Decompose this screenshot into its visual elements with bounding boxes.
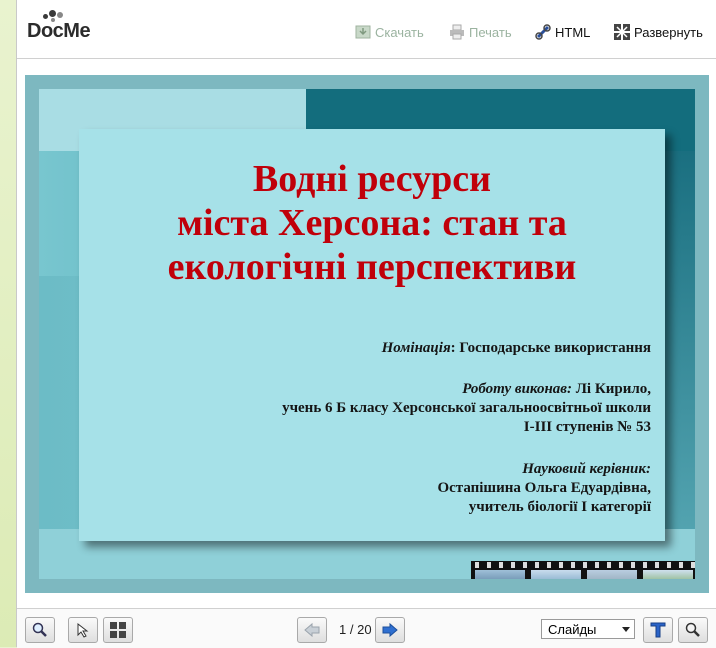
title-line: екологічні перспективи — [167, 246, 577, 288]
expand-button[interactable]: Развернуть — [614, 22, 703, 42]
author-name: Лі Кирило, — [571, 381, 651, 397]
advisor-block: Науковий керівник: Остапішина Ольга Едуа… — [437, 460, 651, 517]
pointer-icon — [75, 622, 91, 638]
html-link-icon — [535, 24, 551, 40]
view-mode-value: Слайды — [548, 622, 597, 637]
current-page[interactable]: 1 — [339, 622, 346, 637]
logo-text: DocMe — [27, 20, 91, 42]
html-button[interactable]: HTML — [535, 22, 590, 42]
nomination: Номінація: Господарське використання — [382, 339, 651, 358]
fit-button[interactable] — [103, 617, 133, 643]
advisor-label: Науковий керівник: — [522, 461, 651, 477]
search-button[interactable] — [678, 617, 708, 643]
expand-label: Развернуть — [634, 24, 703, 40]
expand-icon — [614, 24, 630, 40]
text-icon — [650, 622, 666, 638]
title-line: Водні ресурси — [252, 158, 492, 200]
prev-page-button[interactable] — [297, 617, 327, 643]
next-icon — [382, 622, 398, 638]
filmstrip-image — [471, 561, 695, 579]
slide-page: Водні ресурси міста Херсона: стан та еко… — [39, 89, 695, 579]
logo-dots-icon — [43, 10, 67, 22]
print-button[interactable]: Печать — [449, 22, 512, 42]
zoom-button[interactable] — [25, 617, 55, 643]
total-pages: / 20 — [349, 622, 372, 637]
top-toolbar: DocMe Скачать Печать HTML Развернуть — [17, 0, 716, 59]
bottom-toolbar: 1 / 20 Слайды — [17, 608, 716, 648]
slide-title: Водні ресурси міста Херсона: стан та еко… — [79, 157, 665, 289]
download-button[interactable]: Скачать — [355, 22, 424, 42]
search-icon — [685, 622, 701, 638]
viewer-frame: DocMe Скачать Печать HTML Развернуть Вод… — [16, 0, 716, 648]
zoom-in-icon — [32, 622, 48, 638]
view-mode-select[interactable]: Слайды — [541, 619, 635, 639]
author-block: Роботу виконав: Лі Кирило, учень 6 Б кла… — [282, 380, 651, 437]
author-label: Роботу виконав: — [462, 381, 572, 397]
download-label: Скачать — [375, 24, 424, 40]
text-mode-button[interactable] — [643, 617, 673, 643]
nomination-label: Номінація — [381, 340, 451, 356]
html-label: HTML — [555, 24, 591, 40]
next-page-button[interactable] — [375, 617, 405, 643]
advisor-role: учитель біології І категорії — [468, 499, 651, 515]
prev-icon — [304, 622, 320, 638]
print-label: Печать — [469, 24, 512, 40]
author-grade: I-III ступенів № 53 — [523, 419, 651, 435]
chevron-down-icon — [622, 627, 630, 632]
document-viewer[interactable]: Водні ресурси міста Херсона: стан та еко… — [25, 75, 709, 593]
advisor-name: Остапішина Ольга Едуардівна, — [437, 480, 651, 496]
nomination-value: : Господарське використання — [450, 340, 651, 356]
author-school: учень 6 Б класу Херсонської загальноосві… — [282, 400, 651, 416]
download-icon — [355, 24, 371, 40]
page-indicator: 1 / 20 — [339, 622, 372, 637]
print-icon — [449, 24, 465, 40]
docme-logo[interactable]: DocMe — [27, 10, 91, 43]
fit-icon — [110, 622, 126, 638]
slide-content-panel: Водні ресурси міста Херсона: стан та еко… — [79, 129, 665, 541]
title-line: міста Херсона: стан та — [177, 202, 567, 244]
pointer-button[interactable] — [68, 617, 98, 643]
